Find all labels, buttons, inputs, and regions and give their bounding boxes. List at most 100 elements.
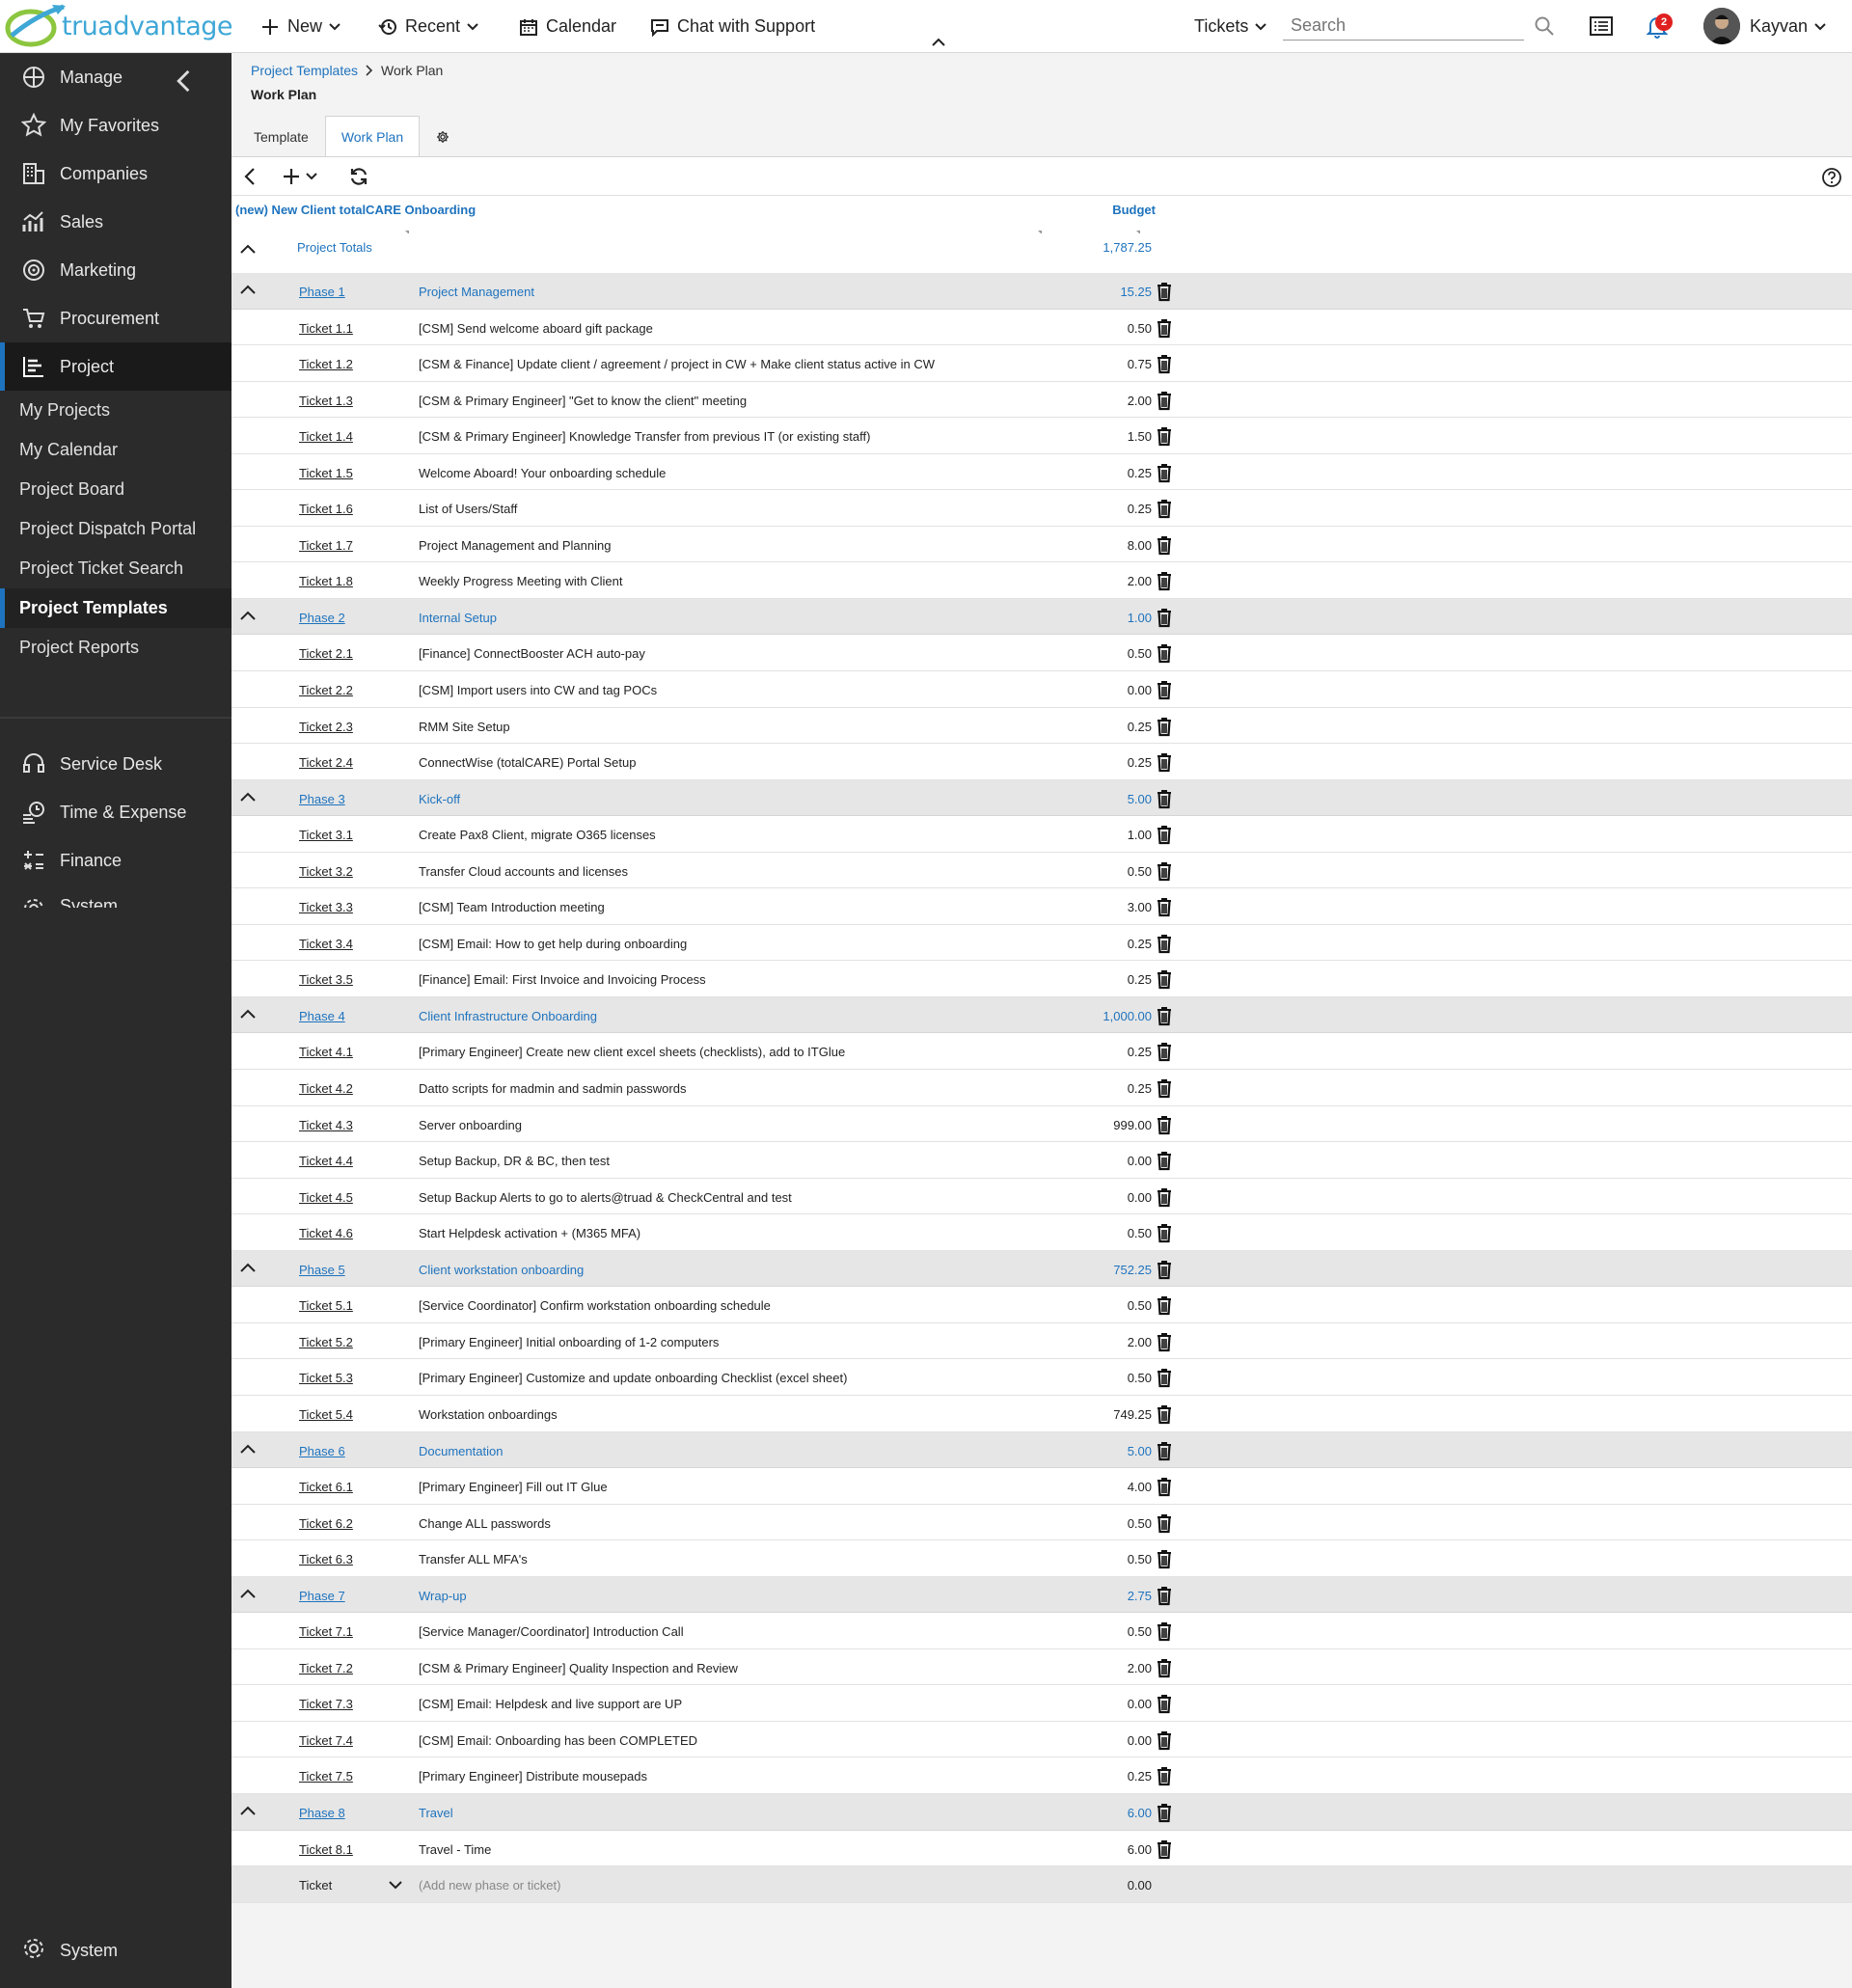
- recent-menu-button[interactable]: Recent: [378, 0, 479, 53]
- ticket-link[interactable]: Ticket 1.8: [299, 574, 353, 588]
- ticket-row[interactable]: Ticket 4.4 Setup Backup, DR & BC, then te…: [232, 1142, 1852, 1179]
- delete-trash-icon[interactable]: [1154, 860, 1175, 882]
- budget-hours[interactable]: 0.25: [1021, 466, 1152, 480]
- budget-hours[interactable]: 1.00: [1021, 611, 1152, 625]
- delete-trash-icon[interactable]: [1154, 1838, 1175, 1860]
- help-icon[interactable]: [1821, 167, 1842, 188]
- ticket-description[interactable]: Transfer Cloud accounts and licenses: [419, 864, 628, 879]
- tab-work-plan[interactable]: Work Plan: [324, 116, 421, 157]
- ticket-description[interactable]: Welcome Aboard! Your onboarding schedule: [419, 466, 666, 480]
- delete-trash-icon[interactable]: [1154, 425, 1175, 447]
- ticket-description[interactable]: Start Helpdesk activation + (M365 MFA): [419, 1226, 640, 1240]
- delete-trash-icon[interactable]: [1154, 1331, 1175, 1352]
- delete-trash-icon[interactable]: [1154, 1041, 1175, 1062]
- ticket-row[interactable]: Ticket 2.1 [Finance] ConnectBooster ACH a…: [232, 635, 1852, 672]
- delete-trash-icon[interactable]: [1154, 498, 1175, 519]
- delete-trash-icon[interactable]: [1154, 1077, 1175, 1099]
- ticket-description[interactable]: [CSM] Import users into CW and tag POCs: [419, 683, 657, 697]
- delete-trash-icon[interactable]: [1154, 1476, 1175, 1497]
- collapse-phase-icon[interactable]: [239, 1007, 257, 1021]
- ticket-link[interactable]: Ticket 7.4: [299, 1733, 353, 1748]
- add-phase-or-ticket-input[interactable]: (Add new phase or ticket): [419, 1878, 560, 1893]
- budget-hours[interactable]: 749.25: [1021, 1407, 1152, 1422]
- delete-trash-icon[interactable]: [1154, 1802, 1175, 1823]
- delete-trash-icon[interactable]: [1154, 1693, 1175, 1714]
- ticket-row[interactable]: Ticket 1.8 Weekly Progress Meeting with C…: [232, 562, 1852, 599]
- ticket-row[interactable]: Ticket 3.4 [CSM] Email: How to get help d…: [232, 925, 1852, 962]
- ticket-description[interactable]: [CSM & Finance] Update client / agreemen…: [419, 357, 935, 371]
- phase-description[interactable]: Internal Setup: [419, 611, 497, 625]
- ticket-link[interactable]: Ticket 1.4: [299, 429, 353, 444]
- ticket-description[interactable]: Workstation onboardings: [419, 1407, 558, 1422]
- ticket-link[interactable]: Ticket 5.2: [299, 1335, 353, 1349]
- ticket-row[interactable]: Ticket 8.1 Travel - Time 6.00: [232, 1831, 1852, 1867]
- budget-column-header[interactable]: Budget: [1021, 203, 1156, 217]
- ticket-link[interactable]: Ticket 6.3: [299, 1552, 353, 1566]
- ticket-description[interactable]: Change ALL passwords: [419, 1516, 551, 1531]
- budget-hours[interactable]: 8.00: [1021, 538, 1152, 553]
- sidebar-item-finance[interactable]: Finance: [0, 836, 232, 885]
- ticket-description[interactable]: [Primary Engineer] Fill out IT Glue: [419, 1480, 608, 1494]
- sidebar-item-system-bottom[interactable]: System: [0, 1938, 232, 1961]
- phase-description[interactable]: Project Management: [419, 285, 534, 299]
- ticket-description[interactable]: [CSM] Email: How to get help during onbo…: [419, 937, 687, 951]
- budget-hours[interactable]: 0.00: [1021, 1733, 1152, 1748]
- delete-trash-icon[interactable]: [1154, 1729, 1175, 1751]
- user-menu-button[interactable]: Kayvan: [1750, 0, 1827, 53]
- delete-trash-icon[interactable]: [1154, 353, 1175, 374]
- sidebar-subitem-my-calendar[interactable]: My Calendar: [0, 430, 232, 470]
- ticket-row[interactable]: Ticket 1.2 [CSM & Finance] Update client …: [232, 345, 1852, 382]
- ticket-description[interactable]: Datto scripts for madmin and sadmin pass…: [419, 1081, 686, 1096]
- delete-trash-icon[interactable]: [1154, 1440, 1175, 1461]
- ticket-description[interactable]: [Finance] ConnectBooster ACH auto-pay: [419, 646, 645, 661]
- ticket-link[interactable]: Ticket 4.4: [299, 1154, 353, 1168]
- phase-link[interactable]: Phase 8: [299, 1806, 345, 1820]
- delete-trash-icon[interactable]: [1154, 1005, 1175, 1026]
- sidebar-item-manage[interactable]: Manage: [0, 53, 232, 101]
- ticket-row[interactable]: Ticket 2.2 [CSM] Import users into CW and…: [232, 671, 1852, 708]
- ticket-link[interactable]: Ticket 3.2: [299, 864, 353, 879]
- budget-hours[interactable]: 0.50: [1021, 1298, 1152, 1313]
- ticket-row[interactable]: Ticket 3.1 Create Pax8 Client, migrate O3…: [232, 816, 1852, 853]
- collapse-phase-icon[interactable]: [239, 1804, 257, 1817]
- ticket-link[interactable]: Ticket 8.1: [299, 1842, 353, 1857]
- delete-trash-icon[interactable]: [1154, 716, 1175, 737]
- ticket-row[interactable]: Ticket 2.3 RMM Site Setup 0.25: [232, 708, 1852, 745]
- ticket-link[interactable]: Ticket 6.2: [299, 1516, 353, 1531]
- delete-trash-icon[interactable]: [1154, 1186, 1175, 1208]
- budget-hours[interactable]: 0.50: [1021, 646, 1152, 661]
- phase-description[interactable]: Wrap-up: [419, 1589, 467, 1603]
- ticket-row[interactable]: Ticket 4.6 Start Helpdesk activation + (M…: [232, 1214, 1852, 1251]
- ticket-row[interactable]: Ticket 5.2 [Primary Engineer] Initial onb…: [232, 1323, 1852, 1360]
- delete-trash-icon[interactable]: [1154, 1585, 1175, 1606]
- ticket-row[interactable]: Ticket 6.1 [Primary Engineer] Fill out IT…: [232, 1468, 1852, 1505]
- ticket-description[interactable]: Project Management and Planning: [419, 538, 611, 553]
- phase-link[interactable]: Phase 1: [299, 285, 345, 299]
- budget-hours[interactable]: 2.75: [1021, 1589, 1152, 1603]
- delete-trash-icon[interactable]: [1154, 1765, 1175, 1786]
- delete-trash-icon[interactable]: [1154, 534, 1175, 556]
- back-arrow-icon[interactable]: [239, 165, 262, 188]
- budget-hours[interactable]: 0.25: [1021, 1081, 1152, 1096]
- ticket-description[interactable]: [CSM] Send welcome aboard gift package: [419, 321, 653, 336]
- delete-trash-icon[interactable]: [1154, 751, 1175, 773]
- delete-trash-icon[interactable]: [1154, 896, 1175, 917]
- ticket-link[interactable]: Ticket 4.6: [299, 1226, 353, 1240]
- ticket-link[interactable]: Ticket 7.5: [299, 1769, 353, 1784]
- search-input[interactable]: [1283, 12, 1524, 40]
- sidebar-item-procurement[interactable]: Procurement: [0, 294, 232, 342]
- phase-row[interactable]: Phase 2 Internal Setup 1.00: [232, 598, 1852, 636]
- delete-trash-icon[interactable]: [1154, 607, 1175, 628]
- budget-hours[interactable]: 0.50: [1021, 1624, 1152, 1639]
- phase-link[interactable]: Phase 3: [299, 792, 345, 806]
- ticket-row[interactable]: Ticket 1.6 List of Users/Staff 0.25: [232, 490, 1852, 527]
- collapse-all-icon[interactable]: [239, 242, 257, 256]
- ticket-description[interactable]: [Primary Engineer] Distribute mousepads: [419, 1769, 647, 1784]
- delete-trash-icon[interactable]: [1154, 1294, 1175, 1316]
- ticket-description[interactable]: [Primary Engineer] Initial onboarding of…: [419, 1335, 719, 1349]
- ticket-description[interactable]: Setup Backup Alerts to go to alerts@trua…: [419, 1190, 792, 1205]
- delete-trash-icon[interactable]: [1154, 933, 1175, 954]
- ticket-link[interactable]: Ticket 2.4: [299, 755, 353, 770]
- ticket-description[interactable]: [Primary Engineer] Customize and update …: [419, 1371, 847, 1385]
- ticket-description[interactable]: ConnectWise (totalCARE) Portal Setup: [419, 755, 636, 770]
